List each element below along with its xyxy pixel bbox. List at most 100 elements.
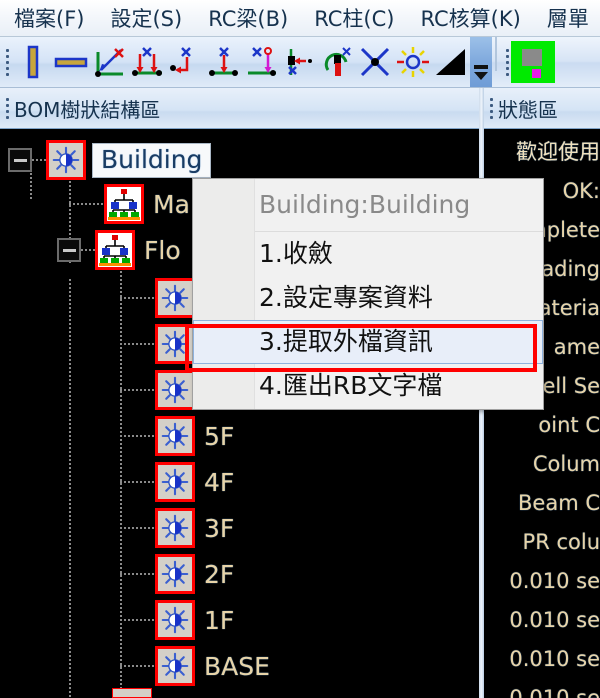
node-load-icon [244, 46, 278, 78]
status-line-time-3: 0.010 se [509, 647, 600, 671]
tree-node-floor-2f[interactable]: 2F [120, 551, 234, 597]
left-panel-grip[interactable] [2, 88, 12, 128]
right-panel-title: 狀態區 [498, 97, 558, 122]
hierarchy-icon[interactable] [95, 230, 135, 270]
sun-node-icon[interactable] [155, 554, 195, 594]
toolbar-button-vertical-bar[interactable] [14, 40, 52, 84]
sun-node-icon[interactable] [155, 508, 195, 548]
tree-node-label[interactable]: 4F [204, 468, 234, 497]
status-line-beam: Beam C [518, 491, 600, 515]
menu-layer[interactable]: 層單 [547, 3, 589, 33]
right-panel-grip[interactable] [486, 88, 496, 128]
status-line-welcome: 歡迎使用 [516, 140, 600, 164]
left-panel-header: BOM樹狀結構區 [0, 88, 481, 129]
left-panel-title: BOM樹狀結構區 [14, 97, 161, 122]
application-window: 檔案(F) 設定(S) RC梁(B) RC柱(C) RC核算(K) 層單 BOM… [0, 0, 600, 698]
toolbar-button-support[interactable] [280, 40, 318, 84]
tree-dotted-connector [120, 527, 155, 529]
triangle-icon [434, 46, 468, 78]
menu-rc-check[interactable]: RC核算(K) [420, 3, 520, 33]
sun-node-icon[interactable] [155, 370, 195, 410]
tree-node-building[interactable]: Building [8, 137, 212, 183]
status-line-time-2: 0.010 se [509, 608, 600, 632]
tree-node-label[interactable]: Flo [144, 236, 181, 265]
tree-node-material[interactable]: Ma [69, 181, 190, 227]
ctx-item-converge[interactable]: 1.收斂 [193, 232, 543, 276]
toolbar-button-two-point-load[interactable] [128, 40, 166, 84]
support-icon [283, 46, 315, 78]
toolbar-button-single-load[interactable] [204, 40, 242, 84]
tree-node-floor-3f[interactable]: 3F [120, 505, 234, 551]
toolbar-button-triangle[interactable] [432, 40, 470, 84]
context-menu-header-label: Building:Building [259, 190, 471, 219]
tree-node-label[interactable]: 2F [204, 560, 234, 589]
toolbar [0, 37, 600, 88]
toolbar-button-plan-view[interactable] [511, 40, 555, 84]
menu-file[interactable]: 檔案(F) [14, 3, 84, 33]
sun-node-icon[interactable] [155, 416, 195, 456]
tree-scroll-stub[interactable] [112, 688, 152, 698]
toolbar-button-node-load[interactable] [242, 40, 280, 84]
tree-node-floor-1f[interactable]: 1F [120, 597, 234, 643]
status-line-time-1: 0.010 se [509, 569, 600, 593]
toolbar-button-diagonal-load[interactable] [90, 40, 128, 84]
tree-node-label[interactable]: Ma [153, 190, 190, 219]
hierarchy-icon[interactable] [104, 184, 144, 224]
sun-node-icon[interactable] [46, 140, 86, 180]
tree-node-label[interactable]: Building [92, 142, 212, 178]
sun-node-icon[interactable] [155, 278, 195, 318]
tree-node-floor-4f[interactable]: 4F [120, 459, 234, 505]
toolbar-button-horizontal-bar[interactable] [52, 40, 90, 84]
tree-dotted-connector [120, 619, 155, 621]
toolbar-button-rotation[interactable] [318, 40, 356, 84]
diagonal-load-icon [93, 46, 125, 78]
expander-collapse-icon[interactable] [8, 148, 32, 172]
sun-node-icon[interactable] [155, 646, 195, 686]
status-line-point: oint C [538, 413, 600, 437]
menu-rc-column[interactable]: RC柱(C) [314, 3, 394, 33]
tree-node-floor[interactable]: Flo [57, 227, 181, 273]
toolbar-button-sun-node[interactable] [394, 40, 432, 84]
status-line-column: Colum [532, 452, 600, 476]
tree-dotted-connector [120, 481, 155, 483]
tree-dotted-connector [120, 435, 155, 437]
toolbar-grip-handle[interactable] [2, 37, 12, 87]
sun-node-icon[interactable] [155, 324, 195, 364]
tree-node-label[interactable]: BASE [204, 652, 270, 681]
tree-dotted-connector [120, 343, 155, 345]
tree-node-floor-base[interactable]: BASE [120, 643, 270, 689]
expander-collapse-icon[interactable] [57, 238, 81, 262]
vertical-bar-icon [25, 45, 41, 79]
toolbar-main-group [0, 37, 492, 87]
ctx-item-export-rb[interactable]: 4.匯出RB文字檔 [193, 364, 543, 408]
rotation-icon [321, 46, 353, 78]
menu-rc-beam[interactable]: RC梁(B) [208, 3, 288, 33]
horizontal-bar-icon [54, 54, 88, 70]
menu-settings[interactable]: 設定(S) [110, 3, 182, 33]
context-menu[interactable]: Building:Building 1.收斂 2.設定專案資料 3.提取外檔資訊… [185, 178, 544, 410]
tree-node-label[interactable]: 3F [204, 514, 234, 543]
point-moment-icon [169, 46, 201, 78]
toolbar-button-point-moment[interactable] [166, 40, 204, 84]
sun-node-icon[interactable] [155, 462, 195, 502]
toolbar-overflow-button[interactable] [470, 37, 492, 87]
menu-bar: 檔案(F) 設定(S) RC梁(B) RC柱(C) RC核算(K) 層單 [0, 0, 600, 37]
tree-connector-line [69, 279, 71, 698]
tree-dotted-connector [120, 573, 155, 575]
toolbar-separator [495, 37, 497, 71]
tree-node-floor-5f[interactable]: 5F [120, 413, 234, 459]
sun-node-icon[interactable] [155, 600, 195, 640]
sun-node-icon [397, 46, 429, 78]
status-line-pr-column: PR colu [522, 530, 600, 554]
tree-dotted-connector [32, 159, 46, 161]
toolbar-button-cross-node[interactable] [356, 40, 394, 84]
tree-node-label[interactable]: 1F [204, 606, 234, 635]
tree-node-label[interactable]: 5F [204, 422, 234, 451]
status-line-time-4: 0.010 se [509, 686, 600, 698]
tree-dotted-connector [120, 297, 155, 299]
tree-dotted-connector [81, 249, 95, 251]
single-load-icon [207, 46, 239, 78]
context-menu-header: Building:Building [193, 179, 543, 231]
ctx-item-extract-external[interactable]: 3.提取外檔資訊 [193, 320, 543, 364]
ctx-item-project-data[interactable]: 2.設定專案資料 [193, 276, 543, 320]
